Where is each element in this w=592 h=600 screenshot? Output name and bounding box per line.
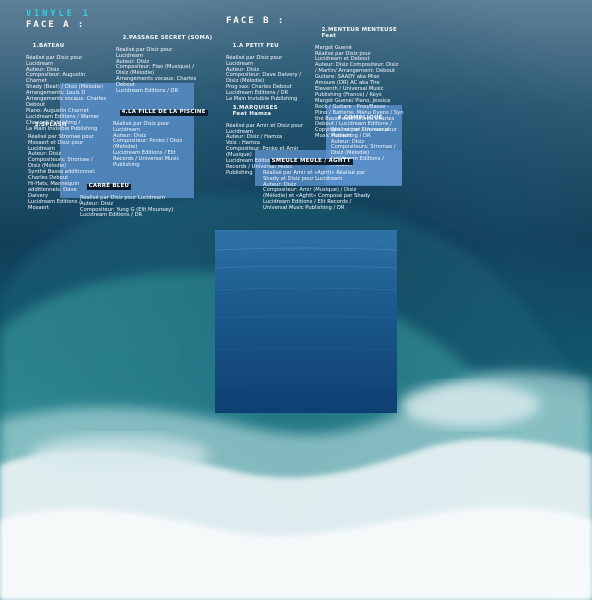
track-title: 4.LA FILLE DE LA PISCINE [119, 108, 208, 116]
album-inner-sleeve: VINYLE 1 FACE A : FACE B : 1.BATEAU Réal… [0, 0, 592, 600]
ocean-square-image [215, 230, 397, 413]
track-credits: Réalisé par Disiz pour Lucidream Auteur:… [113, 120, 183, 169]
track-title: CARRÉ BLEU [86, 182, 132, 190]
track-passage-secret: 2.PASSAGE SECRET (SOMA) Réalisé par Disi… [116, 30, 212, 107]
track-la-fille-de-la-piscine: 4.LA FILLE DE LA PISCINE Réalisé par Dis… [113, 104, 208, 181]
track-title: 3.SPLASH [34, 121, 67, 128]
vinyl-label: VINYLE 1 [26, 9, 91, 19]
track-feature: Feat Hamza [232, 110, 272, 117]
track-title: 1.A PETIT FEU [232, 42, 279, 49]
face-a-heading: FACE A : [26, 20, 86, 30]
track-title: SMEULE MEULE / AGHTT [269, 157, 353, 165]
track-title: 1.BATEAU [32, 42, 65, 49]
track-credits: Réalisé par Disiz pour Lucidream Auteur:… [80, 194, 174, 219]
track-credits: Réalisé par Disiz pour Lucidream Auteur:… [116, 46, 197, 95]
track-credits: Réalisé par Amir et «Aghtt» Réalisé par … [263, 169, 371, 212]
track-credits: Réalisé par Disiz pour Lucidream Auteur:… [226, 54, 301, 103]
track-smeule-meule-aghtt: SMEULE MEULE / AGHTT Réalisé par Amir et… [263, 153, 370, 224]
track-title: 2.PASSAGE SECRET (SOMA) [122, 34, 213, 41]
track-feature: Feat [321, 32, 337, 39]
track-carre-bleu: CARRÉ BLEU Réalisé par Disiz pour Lucidr… [80, 178, 173, 231]
face-b-heading: FACE B : [226, 16, 286, 26]
track-title: 4.COMPLIQUÉ [337, 114, 383, 121]
